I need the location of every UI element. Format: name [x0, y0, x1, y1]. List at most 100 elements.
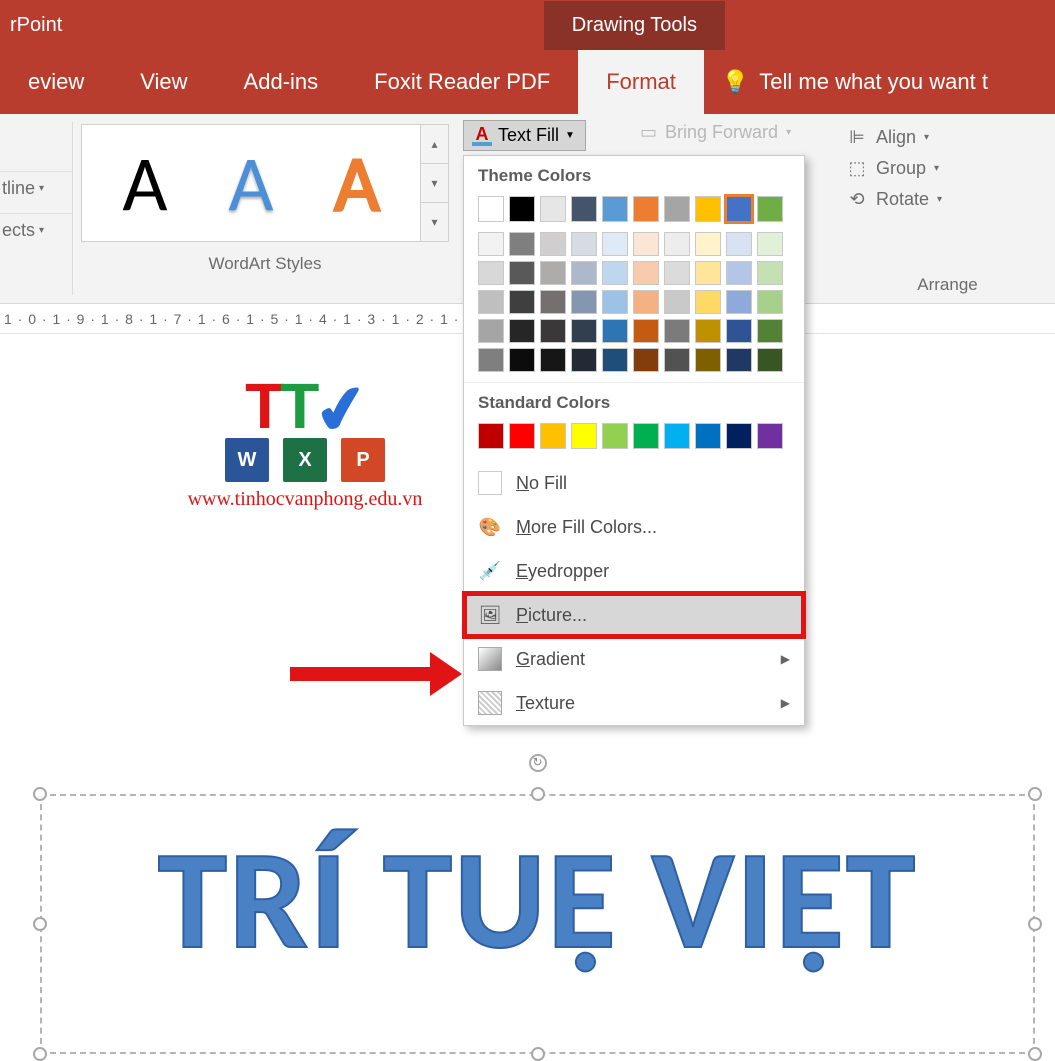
standard-color-swatch[interactable]: [509, 423, 535, 449]
tab-addins[interactable]: Add-ins: [216, 50, 347, 114]
tab-format[interactable]: Format: [578, 50, 704, 114]
tint-swatch[interactable]: [571, 319, 597, 343]
tint-swatch[interactable]: [633, 232, 659, 256]
theme-color-swatch[interactable]: [726, 196, 752, 222]
resize-handle-w[interactable]: [33, 917, 47, 931]
theme-color-swatch[interactable]: [664, 196, 690, 222]
tint-swatch[interactable]: [757, 232, 783, 256]
picture-fill-item[interactable]: 🖼 Picture...: [464, 593, 804, 637]
tint-swatch[interactable]: [664, 261, 690, 285]
tint-swatch[interactable]: [509, 290, 535, 314]
tint-swatch[interactable]: [757, 319, 783, 343]
more-fill-colors-item[interactable]: 🎨 More Fill Colors...: [464, 505, 804, 549]
tint-swatch[interactable]: [540, 319, 566, 343]
texture-item[interactable]: Texture ▶: [464, 681, 804, 725]
tab-foxit[interactable]: Foxit Reader PDF: [346, 50, 578, 114]
standard-color-swatch[interactable]: [478, 423, 504, 449]
tint-swatch[interactable]: [695, 348, 721, 372]
standard-color-swatch[interactable]: [726, 423, 752, 449]
text-fill-button[interactable]: A Text Fill ▼: [463, 120, 586, 151]
text-outline-partial[interactable]: tline ▾: [0, 171, 72, 205]
tint-swatch[interactable]: [509, 348, 535, 372]
gallery-expand-icon[interactable]: ▾: [421, 203, 448, 241]
tint-swatch[interactable]: [757, 348, 783, 372]
tint-swatch[interactable]: [509, 232, 535, 256]
tint-swatch[interactable]: [664, 232, 690, 256]
theme-color-swatch[interactable]: [509, 196, 535, 222]
tint-swatch[interactable]: [602, 290, 628, 314]
tint-swatch[interactable]: [602, 348, 628, 372]
tint-swatch[interactable]: [602, 319, 628, 343]
tint-swatch[interactable]: [540, 290, 566, 314]
tint-swatch[interactable]: [478, 261, 504, 285]
wordart-sample-2[interactable]: A: [228, 136, 273, 231]
tint-swatch[interactable]: [695, 232, 721, 256]
tint-swatch[interactable]: [726, 290, 752, 314]
theme-color-swatch[interactable]: [757, 196, 783, 222]
tint-swatch[interactable]: [602, 232, 628, 256]
tint-swatch[interactable]: [602, 261, 628, 285]
theme-color-swatch[interactable]: [540, 196, 566, 222]
tint-swatch[interactable]: [757, 261, 783, 285]
theme-color-swatch[interactable]: [478, 196, 504, 222]
bring-forward-button[interactable]: ▭ Bring Forward ▾: [640, 122, 791, 143]
group-button[interactable]: ⬚Group ▾: [846, 153, 1049, 184]
no-fill-item[interactable]: No Fill: [464, 461, 804, 505]
gallery-scroll[interactable]: ▴ ▾ ▾: [421, 124, 449, 242]
tint-swatch[interactable]: [571, 261, 597, 285]
rotate-handle[interactable]: [529, 754, 547, 772]
tint-swatch[interactable]: [540, 348, 566, 372]
scroll-down-icon[interactable]: ▾: [421, 164, 448, 203]
tint-swatch[interactable]: [664, 290, 690, 314]
theme-color-swatch[interactable]: [695, 196, 721, 222]
resize-handle-n[interactable]: [531, 787, 545, 801]
wordart-sample-1[interactable]: A: [122, 136, 167, 231]
tint-swatch[interactable]: [509, 261, 535, 285]
scroll-up-icon[interactable]: ▴: [421, 125, 448, 164]
tell-me-search[interactable]: 💡 Tell me what you want t: [704, 69, 1006, 95]
tint-swatch[interactable]: [633, 261, 659, 285]
tint-swatch[interactable]: [540, 232, 566, 256]
standard-color-swatch[interactable]: [571, 423, 597, 449]
standard-color-swatch[interactable]: [540, 423, 566, 449]
tint-swatch[interactable]: [664, 319, 690, 343]
resize-handle-ne[interactable]: [1028, 787, 1042, 801]
tint-swatch[interactable]: [633, 348, 659, 372]
tint-swatch[interactable]: [571, 232, 597, 256]
tint-swatch[interactable]: [695, 319, 721, 343]
rotate-button[interactable]: ⟲Rotate ▾: [846, 184, 1049, 215]
wordart-gallery[interactable]: A A A: [81, 124, 421, 242]
standard-color-swatch[interactable]: [664, 423, 690, 449]
text-effects-partial[interactable]: ects ▾: [0, 213, 72, 247]
tint-swatch[interactable]: [726, 261, 752, 285]
theme-color-swatch[interactable]: [571, 196, 597, 222]
wordart-text-box[interactable]: TRÍ TUỆ VIỆT: [40, 794, 1035, 1054]
tint-swatch[interactable]: [478, 232, 504, 256]
standard-color-swatch[interactable]: [757, 423, 783, 449]
standard-color-swatch[interactable]: [602, 423, 628, 449]
tab-view[interactable]: View: [112, 50, 215, 114]
gradient-item[interactable]: Gradient ▶: [464, 637, 804, 681]
tint-swatch[interactable]: [757, 290, 783, 314]
align-button[interactable]: ⊫Align ▾: [846, 122, 1049, 153]
standard-color-swatch[interactable]: [633, 423, 659, 449]
tint-swatch[interactable]: [664, 348, 690, 372]
tint-swatch[interactable]: [478, 348, 504, 372]
tint-swatch[interactable]: [571, 348, 597, 372]
resize-handle-nw[interactable]: [33, 787, 47, 801]
tint-swatch[interactable]: [571, 290, 597, 314]
tint-swatch[interactable]: [695, 290, 721, 314]
standard-color-swatch[interactable]: [695, 423, 721, 449]
theme-color-swatch[interactable]: [633, 196, 659, 222]
tab-review[interactable]: eview: [0, 50, 112, 114]
resize-handle-e[interactable]: [1028, 917, 1042, 931]
tint-swatch[interactable]: [726, 348, 752, 372]
tint-swatch[interactable]: [726, 319, 752, 343]
theme-color-swatch[interactable]: [602, 196, 628, 222]
tint-swatch[interactable]: [509, 319, 535, 343]
resize-handle-se[interactable]: [1028, 1047, 1042, 1061]
tint-swatch[interactable]: [478, 319, 504, 343]
tint-swatch[interactable]: [726, 232, 752, 256]
resize-handle-s[interactable]: [531, 1047, 545, 1061]
tint-swatch[interactable]: [478, 290, 504, 314]
